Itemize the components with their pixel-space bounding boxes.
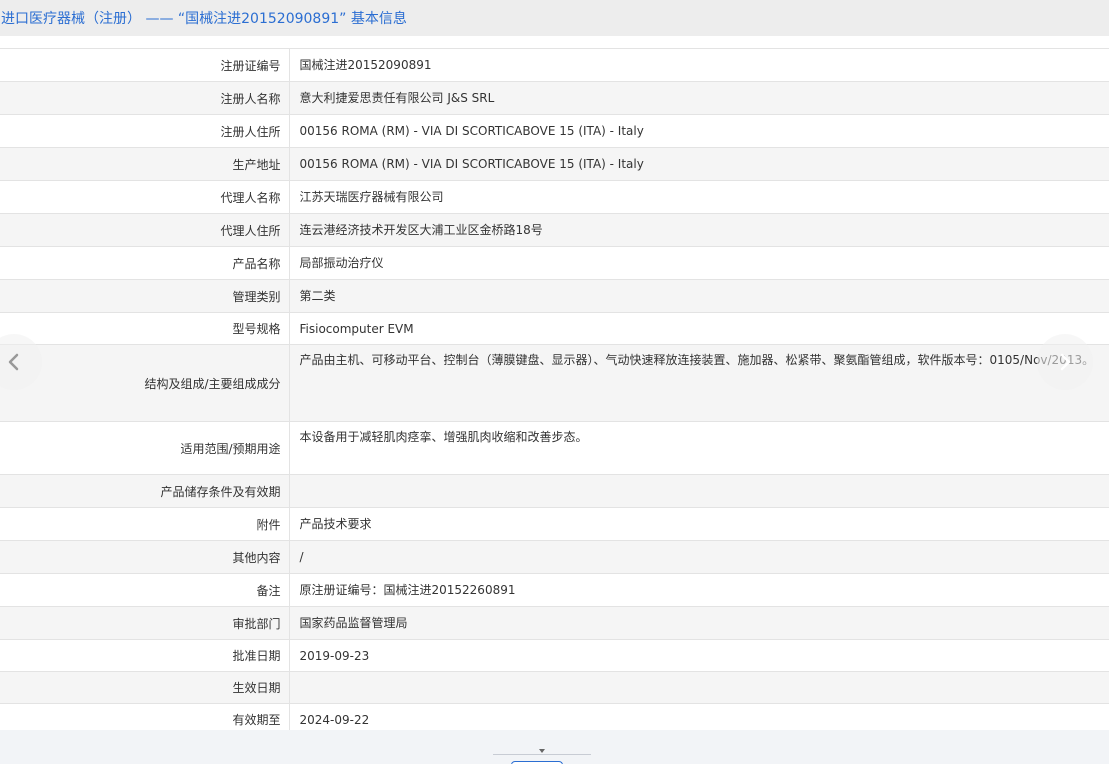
row-value: 00156 ROMA (RM) - VIA DI SCORTICABOVE 15… [289,114,1109,148]
table-row: 生产地址 00156 ROMA (RM) - VIA DI SCORTICABO… [0,147,1109,181]
collapse-toggle[interactable] [530,742,554,754]
table-row: 产品储存条件及有效期 [0,474,1109,508]
row-value: 产品技术要求 [289,507,1109,541]
row-value: 本设备用于减轻肌肉痉挛、增强肌肉收缩和改善步态。 [289,421,1109,475]
row-value: 局部振动治疗仪 [289,246,1109,280]
table-row: 管理类别 第二类 [0,279,1109,313]
row-label: 代理人名称 [0,180,290,214]
table-row: 审批部门 国家药品监督管理局 [0,606,1109,640]
row-label: 注册人名称 [0,81,290,115]
row-value: 国械注进20152090891 [289,48,1109,82]
row-label: 产品名称 [0,246,290,280]
table-row: 结构及组成/主要组成成分 产品由主机、可移动平台、控制台（薄膜键盘、显示器）、气… [0,344,1109,422]
row-label: 管理类别 [0,279,290,313]
table-row: 生效日期 [0,671,1109,704]
chevron-left-icon [6,351,22,373]
row-label: 生效日期 [0,671,290,704]
row-label: 审批部门 [0,606,290,640]
row-value: 江苏天瑞医疗器械有限公司 [289,180,1109,214]
row-value: 2019-09-23 [289,639,1109,672]
chevron-right-icon [1057,351,1073,373]
row-value: 连云港经济技术开发区大浦工业区金桥路18号 [289,213,1109,247]
row-label: 注册证编号 [0,48,290,82]
row-label: 批准日期 [0,639,290,672]
table-row: 注册人名称 意大利捷爱思责任有限公司 J&S SRL [0,81,1109,115]
row-value: 国家药品监督管理局 [289,606,1109,640]
row-value: Fisiocomputer EVM [289,312,1109,345]
title-bar: 进口医疗器械（注册） —— “国械注进20152090891” 基本信息 [0,0,1109,36]
page-title: 进口医疗器械（注册） —— “国械注进20152090891” 基本信息 [1,11,407,27]
page: 进口医疗器械（注册） —— “国械注进20152090891” 基本信息 注册证… [0,0,1109,764]
row-value: 意大利捷爱思责任有限公司 J&S SRL [289,81,1109,115]
next-button[interactable] [1037,334,1093,390]
footer-bar [0,730,1109,764]
table-row: 适用范围/预期用途 本设备用于减轻肌肉痉挛、增强肌肉收缩和改善步态。 [0,421,1109,475]
row-value [289,474,1109,508]
row-value: 第二类 [289,279,1109,313]
table-row: 其他内容 / [0,540,1109,574]
table-row: 批准日期 2019-09-23 [0,639,1109,672]
table-row: 备注 原注册证编号：国械注进20152260891 [0,573,1109,607]
row-label: 其他内容 [0,540,290,574]
row-label: 附件 [0,507,290,541]
row-label: 代理人住所 [0,213,290,247]
row-label: 注册人住所 [0,114,290,148]
row-label: 型号规格 [0,312,290,345]
info-table: 注册证编号 国械注进20152090891 注册人名称 意大利捷爱思责任有限公司… [0,48,1109,736]
table-row: 型号规格 Fisiocomputer EVM [0,312,1109,345]
caret-down-icon [537,739,547,758]
row-value: 产品由主机、可移动平台、控制台（薄膜键盘、显示器）、气动快速释放连接装置、施加器… [289,344,1109,422]
row-label: 备注 [0,573,290,607]
row-label: 结构及组成/主要组成成分 [0,344,290,422]
row-value [289,671,1109,704]
table-row: 代理人名称 江苏天瑞医疗器械有限公司 [0,180,1109,214]
table-row: 附件 产品技术要求 [0,507,1109,541]
table-row: 注册证编号 国械注进20152090891 [0,48,1109,82]
row-value: 00156 ROMA (RM) - VIA DI SCORTICABOVE 15… [289,147,1109,181]
table-row: 产品名称 局部振动治疗仪 [0,246,1109,280]
row-label: 生产地址 [0,147,290,181]
row-label: 适用范围/预期用途 [0,421,290,475]
table-row: 代理人住所 连云港经济技术开发区大浦工业区金桥路18号 [0,213,1109,247]
table-row: 注册人住所 00156 ROMA (RM) - VIA DI SCORTICAB… [0,114,1109,148]
row-label: 产品储存条件及有效期 [0,474,290,508]
row-value: / [289,540,1109,574]
row-value: 原注册证编号：国械注进20152260891 [289,573,1109,607]
